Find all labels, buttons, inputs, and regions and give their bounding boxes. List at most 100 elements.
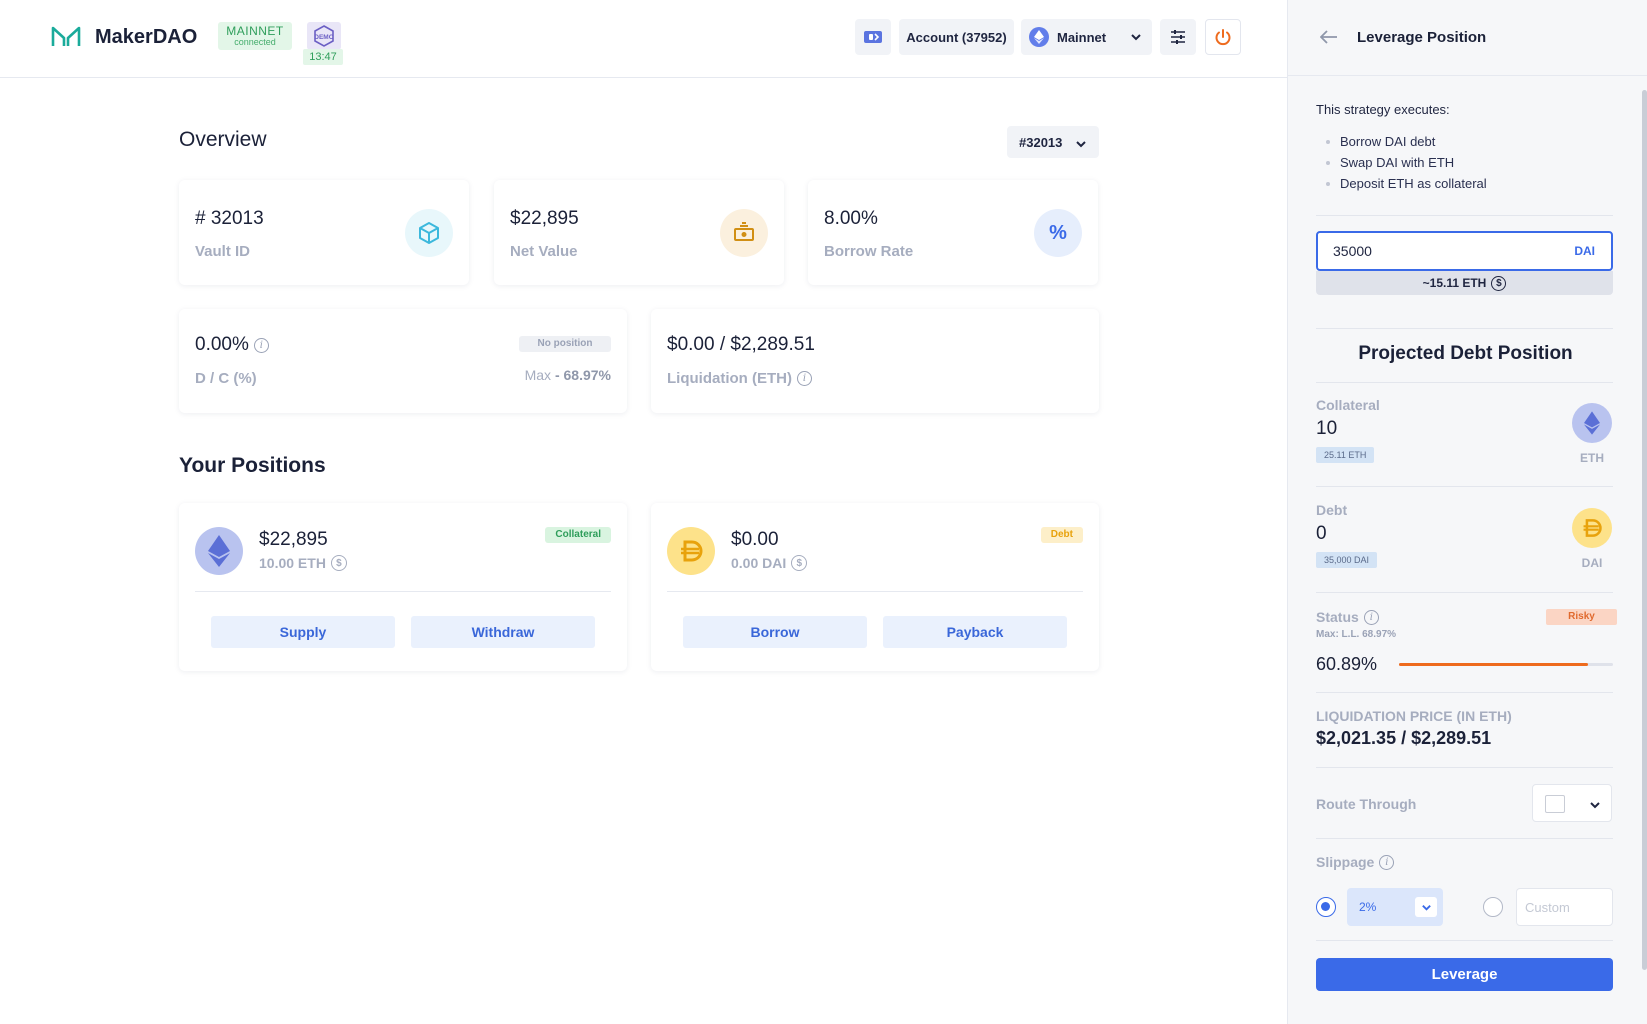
divider xyxy=(1316,767,1613,768)
power-icon xyxy=(1215,29,1231,46)
net-value-card: $22,895 Net Value xyxy=(494,180,784,285)
settings-button[interactable] xyxy=(1160,19,1196,55)
percent-icon: % xyxy=(1034,209,1082,257)
panel-header: Leverage Position xyxy=(1288,0,1647,76)
stat-label: Net Value xyxy=(510,243,578,260)
info-icon[interactable]: i xyxy=(1363,609,1379,625)
ethereum-icon xyxy=(1029,27,1049,47)
demo-label: DEMO xyxy=(314,34,334,41)
borrow-button[interactable]: Borrow xyxy=(683,616,867,648)
info-icon[interactable]: i xyxy=(253,337,269,353)
sliders-icon xyxy=(1171,30,1185,44)
route-select[interactable] xyxy=(1532,784,1612,822)
projected-debt-label: Debt xyxy=(1316,502,1348,518)
slippage-label-text: Slippage xyxy=(1316,854,1375,870)
liquidation-price-label: LIQUIDATION PRICE (IN ETH) xyxy=(1316,708,1512,724)
projected-debt-chip: 35,000 DAI xyxy=(1316,552,1378,568)
dc-max-prefix: Max xyxy=(524,367,552,383)
overview-title: Overview xyxy=(179,128,267,151)
dollar-icon[interactable]: $ xyxy=(791,555,808,571)
chevron-down-icon xyxy=(1076,141,1086,148)
payback-button[interactable]: Payback xyxy=(883,616,1067,648)
collateral-ratio: 60.89% xyxy=(1316,654,1378,674)
supply-button[interactable]: Supply xyxy=(211,616,395,648)
collateral-amount: $22,895 xyxy=(259,529,328,550)
dc-max: Max - 68.97% xyxy=(525,367,611,383)
positions-title: Your Positions xyxy=(179,454,326,477)
eth-estimate-text: ~15.11 ETH xyxy=(1422,276,1487,290)
projected-debt-value: 0 xyxy=(1316,523,1327,544)
dc-value: 0.00% i xyxy=(195,334,269,356)
network-status-state: connected xyxy=(234,37,276,47)
wallet-button[interactable] xyxy=(855,19,891,55)
eth-coin-icon xyxy=(1572,403,1612,443)
disconnect-button[interactable] xyxy=(1205,19,1241,55)
strategy-step: Deposit ETH as collateral xyxy=(1326,173,1487,194)
strategy-title: This strategy executes: xyxy=(1316,102,1450,117)
vault-id-card: # 32013 Vault ID xyxy=(179,180,469,285)
max-liquidation-level: Max: L.L. 68.97% xyxy=(1316,629,1397,640)
stat-value: $22,895 xyxy=(510,208,579,229)
stat-value: 8.00% xyxy=(824,208,878,229)
collateral-sub: 10.00 ETH $ xyxy=(259,555,347,571)
custom-slippage-input[interactable] xyxy=(1516,888,1613,926)
slippage-select-label: 2% xyxy=(1359,900,1377,914)
slippage-preset-radio[interactable] xyxy=(1316,897,1336,917)
debt-sub-text: 0.00 DAI xyxy=(731,555,787,571)
ratio-bar-fill xyxy=(1399,663,1588,666)
amount-unit: DAI xyxy=(1574,244,1595,258)
strategy-steps: Borrow DAI debt Swap DAI with ETH Deposi… xyxy=(1326,131,1487,194)
makerdao-logo-icon xyxy=(51,26,81,46)
collateral-coin-label: ETH xyxy=(1580,451,1604,465)
slippage-custom-radio[interactable] xyxy=(1483,897,1503,917)
liquidation-label-text: Liquidation (ETH) xyxy=(667,370,792,387)
strategy-step: Borrow DAI debt xyxy=(1326,131,1487,152)
network-select[interactable]: Mainnet xyxy=(1021,19,1152,55)
network-status-badge: MAINNET connected xyxy=(218,22,292,50)
debt-amount: $0.00 xyxy=(731,529,779,550)
projected-title: Projected Debt Position xyxy=(1358,343,1573,364)
slippage-select[interactable]: 2% xyxy=(1347,888,1443,926)
strategy-step: Swap DAI with ETH xyxy=(1326,152,1487,173)
dollar-icon[interactable]: $ xyxy=(1491,275,1507,291)
risky-badge: Risky xyxy=(1546,609,1617,625)
divider xyxy=(1316,486,1613,487)
chevron-down-icon xyxy=(1415,897,1437,917)
liquidation-label: Liquidation (ETH) i xyxy=(667,370,812,387)
dai-coin-icon xyxy=(667,527,715,575)
panel-title: Leverage Position xyxy=(1357,29,1487,46)
ratio-bar xyxy=(1399,663,1613,666)
divider xyxy=(1316,382,1613,383)
status-label: Status i xyxy=(1316,609,1379,625)
liquidation-card: $0.00 / $2,289.51 Liquidation (ETH) i xyxy=(651,309,1099,413)
leverage-button[interactable]: Leverage xyxy=(1316,958,1613,991)
info-icon[interactable]: i xyxy=(796,371,812,386)
dollar-icon[interactable]: $ xyxy=(330,555,347,571)
route-option-icon xyxy=(1545,795,1565,813)
back-arrow-icon[interactable] xyxy=(1320,30,1338,44)
dc-label: D / C (%) xyxy=(195,370,257,387)
amount-input[interactable] xyxy=(1316,231,1613,271)
debt-tag: Debt xyxy=(1040,527,1083,543)
vault-select[interactable]: #32013 xyxy=(1007,126,1099,158)
divider xyxy=(1316,692,1613,693)
cube-icon xyxy=(405,209,453,257)
demo-hexagon-icon: DEMO xyxy=(314,25,334,47)
divider xyxy=(667,591,1083,592)
liquidation-price-value: $2,021.35 / $2,289.51 xyxy=(1316,728,1492,748)
withdraw-button[interactable]: Withdraw xyxy=(411,616,595,648)
divider xyxy=(1316,592,1613,593)
debt-sub: 0.00 DAI $ xyxy=(731,555,808,571)
status-label-text: Status xyxy=(1316,609,1359,625)
vault-select-label: #32013 xyxy=(1019,135,1063,150)
borrow-rate-card: 8.00% Borrow Rate % xyxy=(808,180,1098,285)
projected-collateral-label: Collateral xyxy=(1316,397,1380,413)
panel-scrollbar[interactable] xyxy=(1642,90,1647,970)
eth-estimate: ~15.11 ETH $ xyxy=(1316,271,1613,295)
stat-value: # 32013 xyxy=(195,208,264,229)
collateral-tag: Collateral xyxy=(545,527,611,543)
account-button[interactable]: Account (37952) xyxy=(899,19,1014,55)
info-icon[interactable]: i xyxy=(1379,854,1395,870)
liquidation-value: $0.00 / $2,289.51 xyxy=(667,334,815,355)
debt-collateral-card: 0.00% i D / C (%) No position xyxy=(179,309,627,413)
